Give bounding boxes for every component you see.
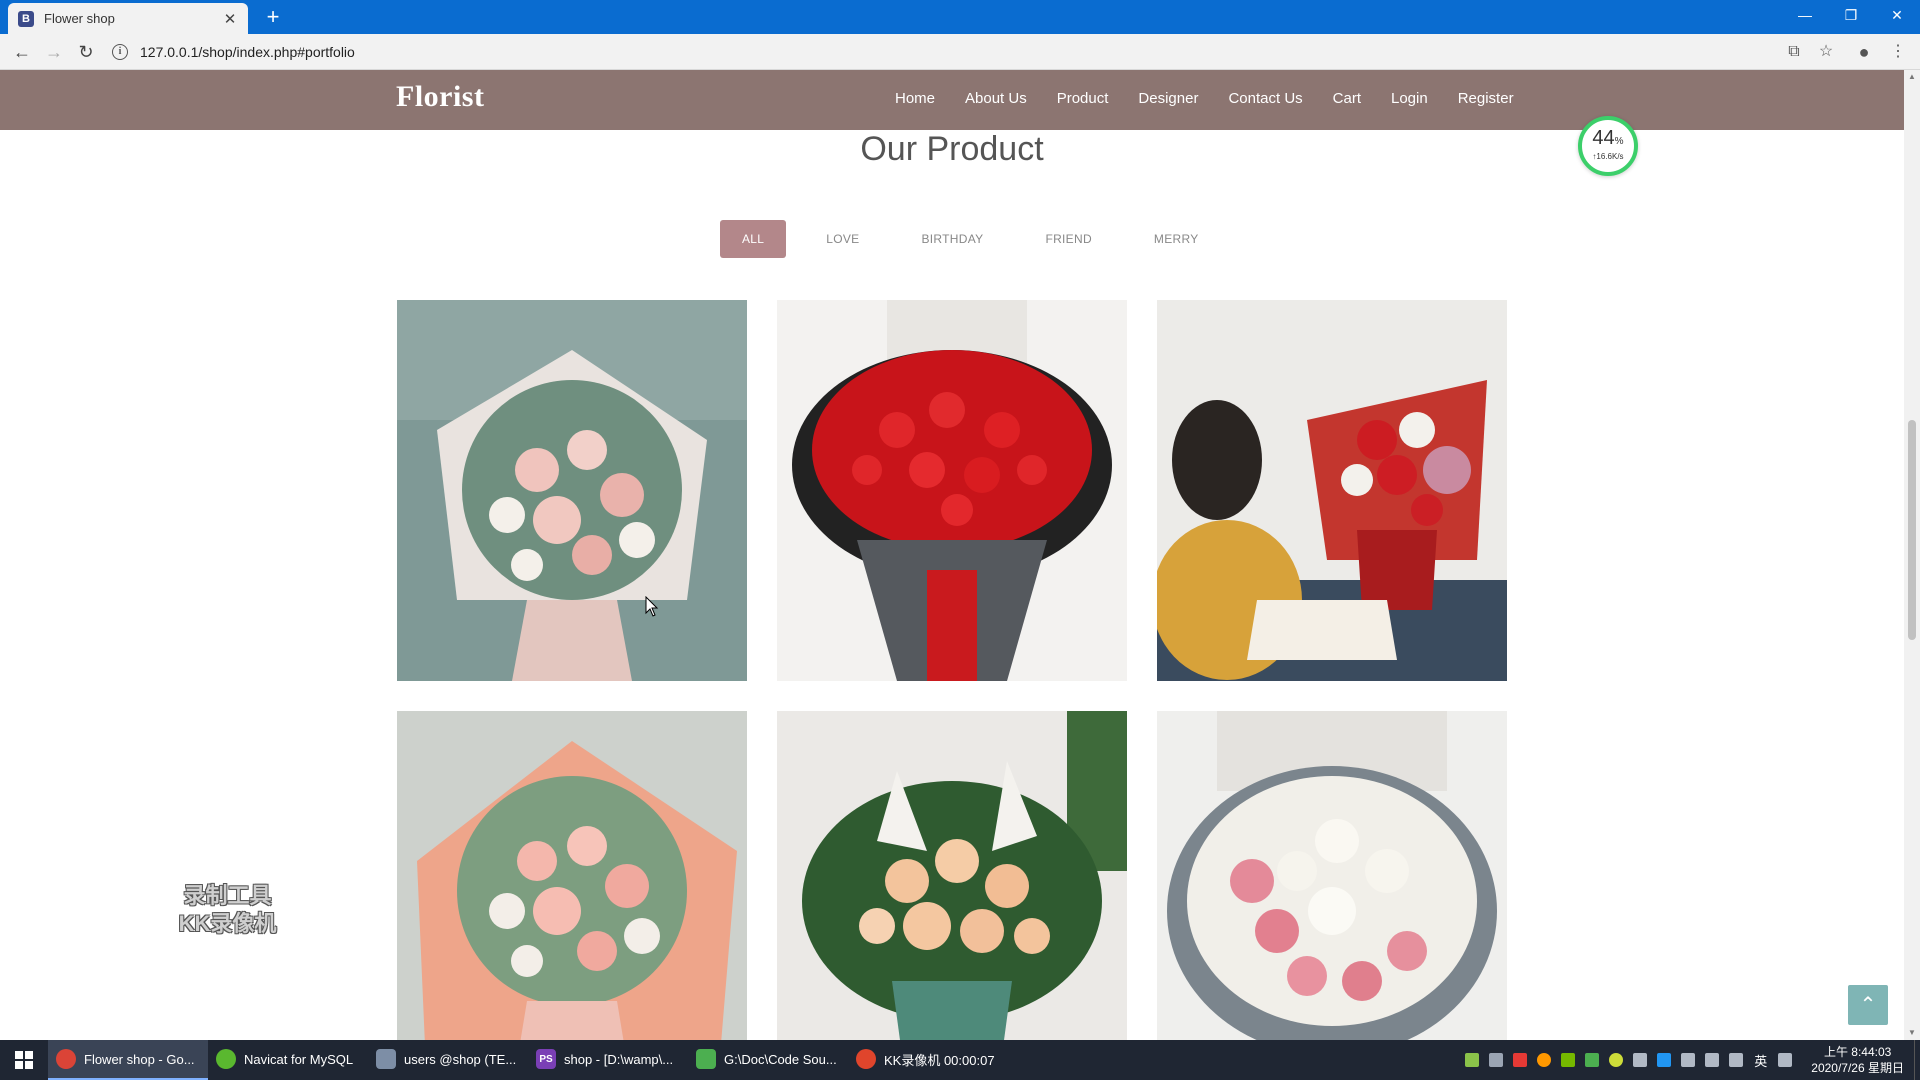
watermark-line-1: 录制工具: [183, 883, 272, 908]
menu-item-contact-us[interactable]: Contact Us: [1213, 90, 1317, 107]
system-clock[interactable]: 上午 8:44:03 2020/7/26 星期日: [1811, 1044, 1904, 1076]
menu-item-designer[interactable]: Designer: [1123, 90, 1213, 107]
page-scrollbar[interactable]: ▲ ▼: [1904, 70, 1920, 1040]
product-image-2[interactable]: [777, 300, 1127, 681]
watermark-line-2: KK录像机: [178, 911, 277, 936]
menu-item-cart[interactable]: Cart: [1318, 90, 1376, 107]
back-to-top-button[interactable]: ⌃: [1848, 985, 1888, 1025]
product-image-3[interactable]: [1157, 300, 1507, 681]
window-close-icon[interactable]: ✕: [1874, 0, 1920, 30]
chevron-up-icon: ⌃: [1859, 994, 1877, 1016]
forward-arrow-icon[interactable]: →: [42, 40, 66, 64]
recorder-icon: [856, 1049, 876, 1069]
recorder-watermark: 录制工具 KK录像机: [160, 882, 295, 938]
task-label: shop - [D:\wamp\...: [564, 1051, 674, 1067]
taskbar-kk-recorder[interactable]: KK录像机 00:00:07: [848, 1040, 1008, 1080]
filter-all[interactable]: ALL: [720, 220, 787, 258]
product-image-1[interactable]: [397, 300, 747, 681]
show-desktop-button[interactable]: [1914, 1040, 1920, 1080]
reload-icon[interactable]: ↻: [74, 40, 98, 64]
menu-kebab-icon[interactable]: ⋮: [1888, 42, 1908, 62]
menu-item-about-us[interactable]: About Us: [950, 90, 1042, 107]
usb-icon[interactable]: [1633, 1053, 1648, 1067]
filter-love[interactable]: LOVE: [804, 220, 881, 258]
system-tray: 英 上午 8:44:03 2020/7/26 星期日: [1460, 1040, 1920, 1080]
taskbar-users-table[interactable]: users @shop (TE...: [368, 1040, 528, 1080]
browser-titlebar: B Flower shop ✕ + — ❐ ✕: [0, 0, 1920, 34]
restore-icon[interactable]: ❐: [1828, 0, 1874, 30]
close-tab-icon[interactable]: ✕: [222, 10, 238, 28]
bootstrap-favicon-icon: B: [18, 10, 34, 27]
task-label: Navicat for MySQL: [244, 1051, 354, 1067]
menu-item-home[interactable]: Home: [880, 90, 950, 107]
windows-taskbar: Flower shop - Go... Navicat for MySQL us…: [0, 1040, 1920, 1080]
volume-muted-icon[interactable]: [1729, 1053, 1744, 1067]
clock-date: 2020/7/26 星期日: [1811, 1061, 1904, 1075]
notepad-icon: [696, 1049, 716, 1069]
tab-title: Flower shop: [44, 11, 115, 26]
section-title: Our Product: [860, 130, 1044, 168]
taskbar-file-explorer[interactable]: G:\Doc\Code Sou...: [688, 1040, 848, 1080]
product-image-6[interactable]: [1157, 711, 1507, 1040]
phpstorm-icon: PS: [536, 1049, 556, 1069]
filter-merry[interactable]: MERRY: [1132, 220, 1221, 258]
app-tray-icon[interactable]: [1537, 1053, 1552, 1067]
taskbar-chrome[interactable]: Flower shop - Go...: [48, 1040, 208, 1080]
clock-time: 上午 8:44:03: [1823, 1045, 1892, 1059]
scrollbar-thumb[interactable]: [1908, 420, 1916, 640]
wifi-icon[interactable]: [1705, 1053, 1720, 1067]
site-info-icon[interactable]: i: [112, 44, 128, 60]
menu-item-register[interactable]: Register: [1443, 90, 1529, 107]
address-bar[interactable]: i 127.0.0.1/shop/index.php#portfolio: [112, 38, 1792, 66]
security-shield-icon[interactable]: [1513, 1053, 1528, 1067]
main-menu: Home About Us Product Designer Contact U…: [880, 90, 1529, 107]
page-viewport: Florist Home About Us Product Designer C…: [0, 70, 1904, 1040]
new-tab-plus-icon[interactable]: +: [260, 5, 286, 31]
filter-birthday[interactable]: BIRTHDAY: [899, 220, 1005, 258]
task-label: KK录像机 00:00:07: [884, 1052, 995, 1068]
taskbar-navicat[interactable]: Navicat for MySQL: [208, 1040, 368, 1080]
display-icon[interactable]: [1681, 1053, 1696, 1067]
mouse-cursor-icon: [645, 596, 659, 617]
navicat-icon: [216, 1049, 236, 1069]
product-image-5[interactable]: [777, 711, 1127, 1040]
app-yellow-icon[interactable]: [1609, 1053, 1624, 1067]
taskbar-phpstorm[interactable]: PS shop - [D:\wamp\...: [528, 1040, 688, 1080]
windows-logo-icon: [15, 1051, 33, 1069]
browser-tab[interactable]: B Flower shop ✕: [8, 3, 248, 34]
chrome-icon: [56, 1049, 76, 1069]
task-label: Flower shop - Go...: [84, 1051, 195, 1067]
keyboard-icon[interactable]: [1778, 1053, 1793, 1067]
profile-avatar-icon[interactable]: ●: [1854, 42, 1874, 62]
nvidia-icon[interactable]: [1561, 1053, 1576, 1067]
windows-start-button[interactable]: [0, 1040, 48, 1080]
bluetooth-icon[interactable]: [1657, 1053, 1672, 1067]
bookmark-star-icon[interactable]: ☆: [1816, 42, 1836, 62]
site-brand-logo[interactable]: Florist: [396, 80, 484, 114]
portfolio-filters: ALL LOVE BIRTHDAY FRIEND MERRY: [720, 220, 1239, 258]
browser-toolbar: ← → ↻ i 127.0.0.1/shop/index.php#portfol…: [0, 34, 1920, 70]
battery-icon[interactable]: [1465, 1053, 1480, 1067]
menu-item-login[interactable]: Login: [1376, 90, 1443, 107]
app-green-icon[interactable]: [1585, 1053, 1600, 1067]
scroll-up-arrow-icon[interactable]: ▲: [1904, 70, 1920, 84]
table-icon: [376, 1049, 396, 1069]
product-image-4[interactable]: [397, 711, 747, 1040]
filter-friend[interactable]: FRIEND: [1023, 220, 1113, 258]
scroll-down-arrow-icon[interactable]: ▼: [1904, 1026, 1920, 1040]
translate-icon[interactable]: ⧉: [1784, 42, 1804, 62]
task-label: users @shop (TE...: [404, 1051, 517, 1067]
url-text: 127.0.0.1/shop/index.php#portfolio: [140, 44, 355, 60]
menu-item-product[interactable]: Product: [1042, 90, 1124, 107]
task-label: G:\Doc\Code Sou...: [724, 1051, 837, 1067]
back-arrow-icon[interactable]: ←: [10, 40, 34, 64]
minimize-icon[interactable]: —: [1782, 0, 1828, 30]
cloud-icon[interactable]: [1489, 1053, 1504, 1067]
ime-indicator[interactable]: 英: [1754, 1051, 1767, 1070]
